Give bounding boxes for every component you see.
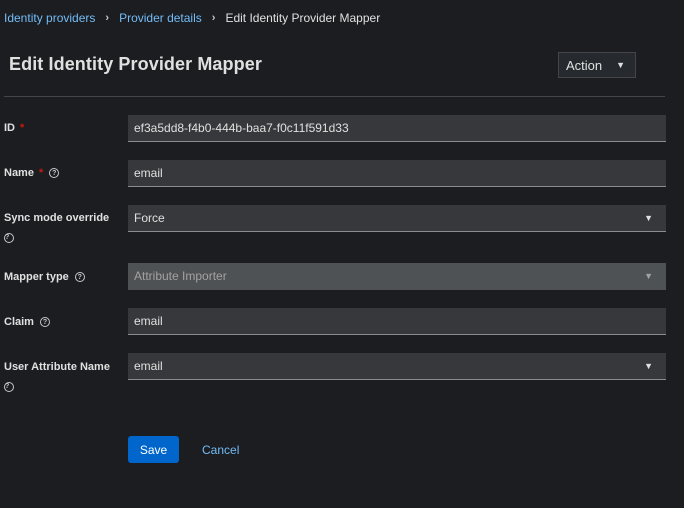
- action-dropdown[interactable]: Action ▼: [558, 52, 636, 78]
- mapper-type-label: Mapper type?: [4, 270, 85, 284]
- user-attribute-label: User Attribute Name ?: [4, 361, 110, 392]
- help-icon[interactable]: ?: [74, 272, 85, 283]
- id-field[interactable]: ef3a5dd8-f4b0-444b-baa7-f0c11f591d33: [128, 115, 666, 142]
- breadcrumb: Identity providers › Provider details › …: [4, 11, 380, 25]
- caret-down-icon: ▼: [644, 213, 653, 223]
- name-value: email: [134, 166, 163, 180]
- help-icon[interactable]: ?: [4, 233, 14, 243]
- cancel-button[interactable]: Cancel: [202, 436, 239, 463]
- claim-label: Claim?: [4, 315, 50, 329]
- claim-value: email: [134, 314, 163, 328]
- page: Identity providers › Provider details › …: [0, 0, 684, 508]
- caret-down-icon: ▼: [644, 361, 653, 371]
- sync-mode-select[interactable]: Force ▼: [128, 205, 666, 232]
- breadcrumb-provider-details[interactable]: Provider details: [119, 11, 202, 25]
- header-divider: [4, 96, 665, 97]
- chevron-right-icon: ›: [211, 12, 216, 24]
- sync-mode-label: Sync mode override ?: [4, 212, 110, 243]
- sync-mode-value: Force: [134, 211, 165, 225]
- help-icon[interactable]: ?: [49, 168, 60, 179]
- required-asterisk: *: [38, 167, 44, 179]
- name-label: Name *?: [4, 166, 60, 180]
- breadcrumb-current: Edit Identity Provider Mapper: [225, 11, 381, 25]
- mapper-type-value: Attribute Importer: [134, 269, 227, 283]
- user-attribute-value: email: [134, 359, 163, 373]
- help-icon[interactable]: ?: [39, 317, 50, 328]
- id-label: ID *: [4, 122, 25, 134]
- help-icon[interactable]: ?: [4, 382, 14, 392]
- required-asterisk: *: [20, 122, 25, 134]
- action-dropdown-label: Action: [566, 57, 603, 73]
- id-value: ef3a5dd8-f4b0-444b-baa7-f0c11f591d33: [134, 121, 349, 135]
- caret-down-icon: ▼: [644, 271, 653, 281]
- save-button[interactable]: Save: [128, 436, 179, 463]
- user-attribute-select[interactable]: email ▼: [128, 353, 666, 380]
- caret-down-icon: ▼: [616, 60, 626, 70]
- mapper-type-select: Attribute Importer ▼: [128, 263, 666, 290]
- claim-field[interactable]: email: [128, 308, 666, 335]
- breadcrumb-identity-providers[interactable]: Identity providers: [4, 11, 95, 25]
- page-title: Edit Identity Provider Mapper: [9, 54, 262, 74]
- name-field[interactable]: email: [128, 160, 666, 187]
- chevron-right-icon: ›: [105, 12, 110, 24]
